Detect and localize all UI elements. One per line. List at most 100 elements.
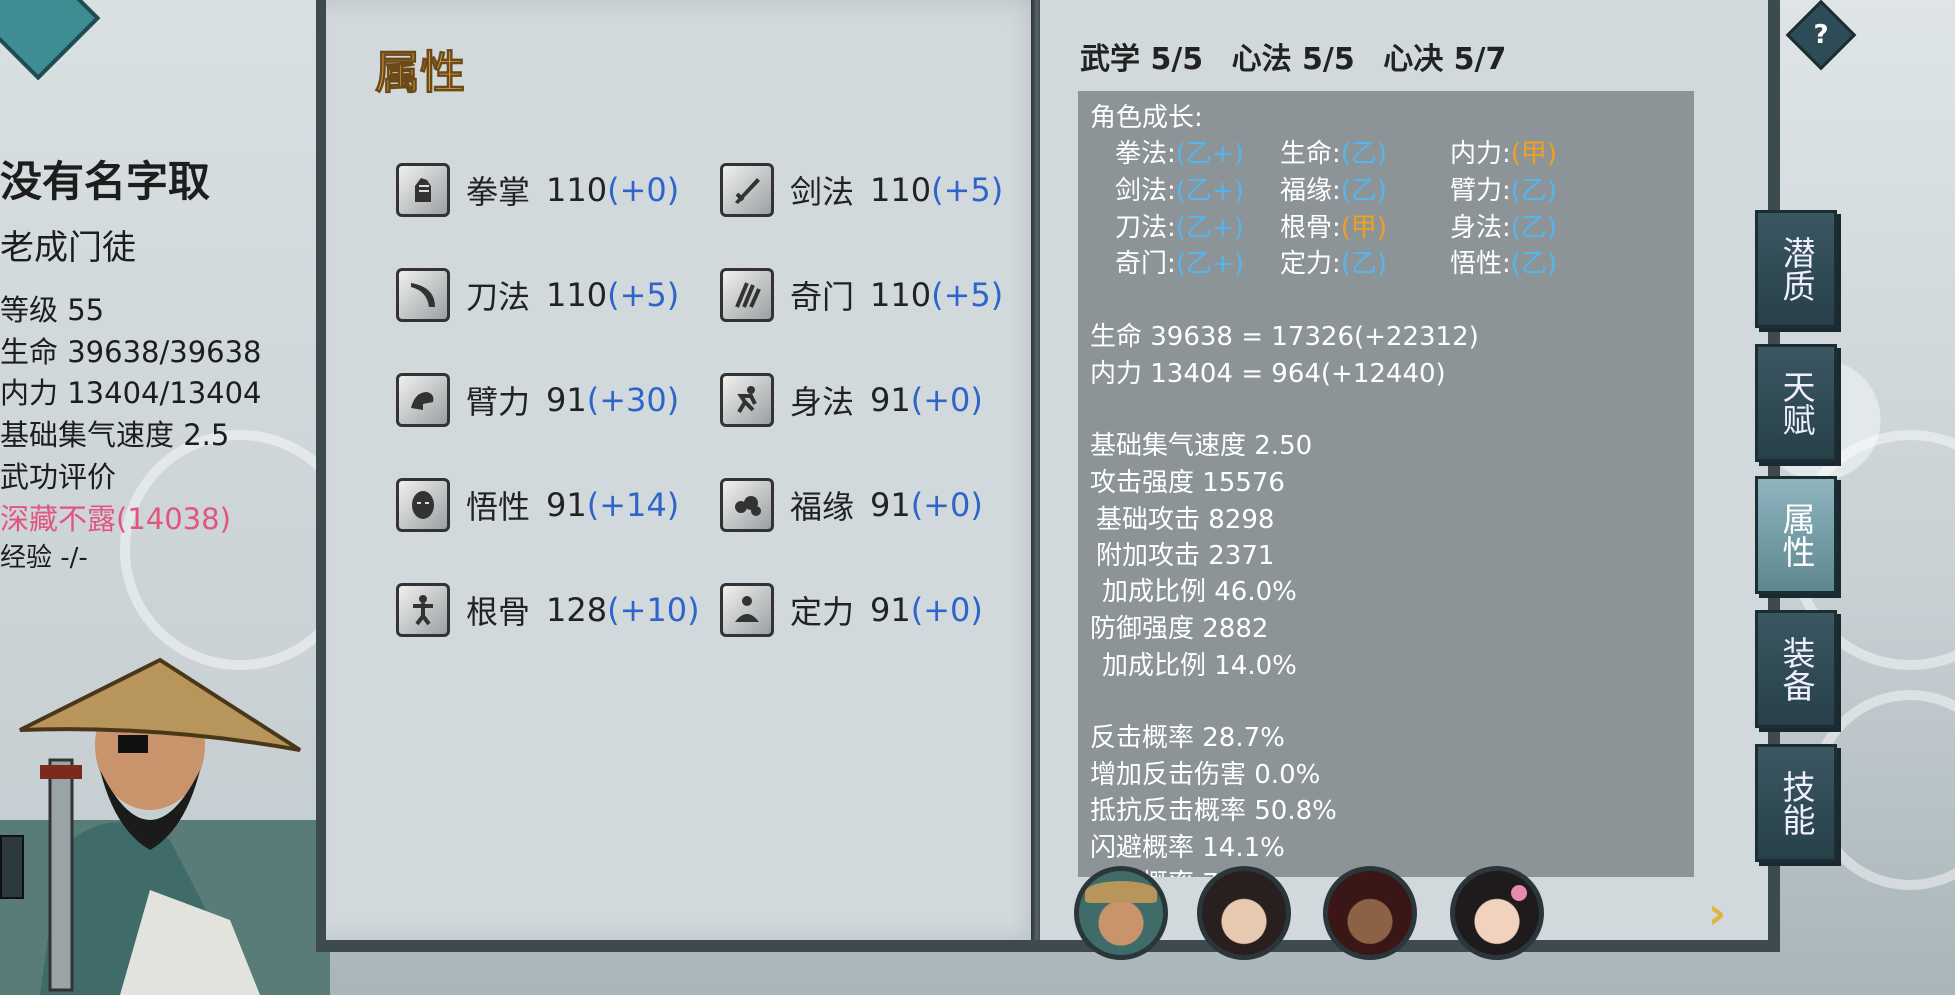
character-rating-label: 武功评价 xyxy=(0,460,117,494)
character-portrait xyxy=(0,657,330,995)
arm-icon xyxy=(396,373,450,427)
character-rating-value: 深藏不露(14038) xyxy=(0,502,231,536)
party-avatar[interactable] xyxy=(1074,866,1168,960)
attribute-name: 根骨 xyxy=(466,593,531,631)
tab-jineng[interactable]: 技能 xyxy=(1755,744,1837,862)
attribute-bonus: (+0) xyxy=(910,486,983,524)
defense-stat: 防御强度 2882 xyxy=(1090,614,1269,644)
growth-item: 奇门:(乙+) xyxy=(1115,249,1244,279)
side-tab-stub[interactable] xyxy=(0,835,24,899)
attribute-bonus: (+5) xyxy=(931,171,1004,209)
growth-item: 定力:(乙) xyxy=(1280,249,1388,279)
dodge-stat: 闪避概率 14.1% xyxy=(1090,833,1285,863)
character-hp: 生命 39638/39638 xyxy=(0,335,262,369)
body-icon xyxy=(396,583,450,637)
party-avatar[interactable] xyxy=(1323,866,1417,960)
attribute-value: 91 xyxy=(870,381,911,419)
character-mp: 内力 13404/13404 xyxy=(0,376,262,410)
blade-icon xyxy=(396,268,450,322)
attribute-bonus: (+0) xyxy=(607,171,680,209)
growth-item: 福缘:(乙) xyxy=(1280,176,1388,206)
attack-stat: 攻击强度 15576 xyxy=(1090,468,1285,498)
tab-qianzhi[interactable]: 潜质 xyxy=(1755,210,1837,328)
attribute-bonus: (+5) xyxy=(607,276,680,314)
character-exp: 经验 -/- xyxy=(0,543,88,573)
help-icon: ? xyxy=(1813,20,1829,50)
tab-label: 属性 xyxy=(1777,502,1816,568)
tab-label: 天赋 xyxy=(1777,370,1816,436)
base-qi-stat: 基础集气速度 2.50 xyxy=(1090,431,1313,461)
growth-item: 拳法:(乙+) xyxy=(1115,139,1244,169)
attribute-bonus: (+5) xyxy=(931,276,1004,314)
tab-label: 技能 xyxy=(1777,770,1816,836)
attribute-bonus: (+14) xyxy=(586,486,680,524)
xinfa-count: 心法 5/5 xyxy=(1231,42,1355,77)
character-title: 老成门徒 xyxy=(0,228,136,268)
tab-label: 潜质 xyxy=(1777,236,1816,302)
counter-damage-stat: 增加反击伤害 0.0% xyxy=(1090,760,1321,790)
attribute-row-jianfa[interactable]: 剑法 110 (+5) xyxy=(720,162,1003,218)
attribute-row-daofa[interactable]: 刀法 110 (+5) xyxy=(396,267,679,323)
growth-item: 臂力:(乙) xyxy=(1450,176,1558,206)
attribute-name: 奇门 xyxy=(790,278,855,316)
attribute-row-fuyuan[interactable]: 福缘 91 (+0) xyxy=(720,477,983,533)
attribute-value: 110 xyxy=(546,276,608,314)
attribute-value: 110 xyxy=(870,171,932,209)
mp-formula: 内力 13404 = 964(+12440) xyxy=(1090,359,1446,389)
attribute-page xyxy=(316,0,1048,952)
attribute-row-gengu[interactable]: 根骨 128 (+10) xyxy=(396,582,700,638)
attribute-value: 110 xyxy=(870,276,932,314)
attribute-name: 拳掌 xyxy=(466,173,531,211)
tab-tianfu[interactable]: 天赋 xyxy=(1755,344,1837,462)
attribute-value: 128 xyxy=(546,591,608,629)
attribute-value: 91 xyxy=(546,486,587,524)
counter-stat: 反击概率 28.7% xyxy=(1090,723,1285,753)
growth-item: 生命:(乙) xyxy=(1280,139,1388,169)
growth-item: 身法:(乙) xyxy=(1450,213,1558,243)
sword-icon xyxy=(720,163,774,217)
attribute-name: 悟性 xyxy=(466,488,531,526)
attribute-name: 福缘 xyxy=(790,488,855,526)
page-title: 属性 xyxy=(374,46,466,100)
party-avatar[interactable] xyxy=(1197,866,1291,960)
cloud-icon xyxy=(720,478,774,532)
hat-icon xyxy=(1085,881,1157,903)
character-name: 没有名字取 xyxy=(0,157,211,206)
attribute-name: 臂力 xyxy=(466,383,531,421)
xinjue-count: 心决 5/7 xyxy=(1383,42,1507,77)
skill-slots-header: 武学 5/5 心法 5/5 心决 5/7 xyxy=(1080,34,1524,78)
attack-ratio-stat: 加成比例 46.0% xyxy=(1102,577,1297,607)
attribute-row-qimen[interactable]: 奇门 110 (+5) xyxy=(720,267,1003,323)
tab-shuxing[interactable]: 属性 xyxy=(1755,476,1837,594)
claw-icon xyxy=(720,268,774,322)
face-icon xyxy=(396,478,450,532)
attribute-name: 刀法 xyxy=(466,278,531,316)
attribute-bonus: (+30) xyxy=(586,381,680,419)
attribute-row-wuxing[interactable]: 悟性 91 (+14) xyxy=(396,477,679,533)
stats-detail-box[interactable]: 角色成长: 拳法:(乙+) 生命:(乙) 内力:(甲) 剑法:(乙+) 福缘:(… xyxy=(1078,91,1694,877)
extra-attack-stat: 附加攻击 2371 xyxy=(1096,541,1275,571)
flower-icon xyxy=(1511,885,1527,901)
attribute-row-quanzhang[interactable]: 拳掌 110 (+0) xyxy=(396,162,679,218)
hp-formula: 生命 39638 = 17326(+22312) xyxy=(1090,322,1479,352)
attribute-bonus: (+0) xyxy=(910,381,983,419)
tab-zhuangbei[interactable]: 装备 xyxy=(1755,610,1837,728)
party-avatar[interactable] xyxy=(1450,866,1544,960)
growth-item: 根骨:(甲) xyxy=(1280,213,1388,243)
growth-item: 悟性:(乙) xyxy=(1450,249,1558,279)
attribute-row-shenfa[interactable]: 身法 91 (+0) xyxy=(720,372,983,428)
growth-label: 角色成长: xyxy=(1090,103,1203,133)
character-level: 等级 55 xyxy=(0,293,105,327)
attribute-row-bili[interactable]: 臂力 91 (+30) xyxy=(396,372,679,428)
attribute-bonus: (+0) xyxy=(910,591,983,629)
character-base-qi: 基础集气速度 2.5 xyxy=(0,418,230,452)
base-attack-stat: 基础攻击 8298 xyxy=(1096,505,1275,535)
growth-item: 刀法:(乙+) xyxy=(1115,213,1244,243)
attribute-row-dingli[interactable]: 定力 91 (+0) xyxy=(720,582,983,638)
defense-ratio-stat: 加成比例 14.0% xyxy=(1102,651,1297,681)
attribute-name: 剑法 xyxy=(790,173,855,211)
emblem-icon xyxy=(0,0,101,81)
wuxue-count: 武学 5/5 xyxy=(1080,42,1204,77)
next-page-arrow[interactable]: › xyxy=(1708,888,1726,939)
meditate-icon xyxy=(720,583,774,637)
